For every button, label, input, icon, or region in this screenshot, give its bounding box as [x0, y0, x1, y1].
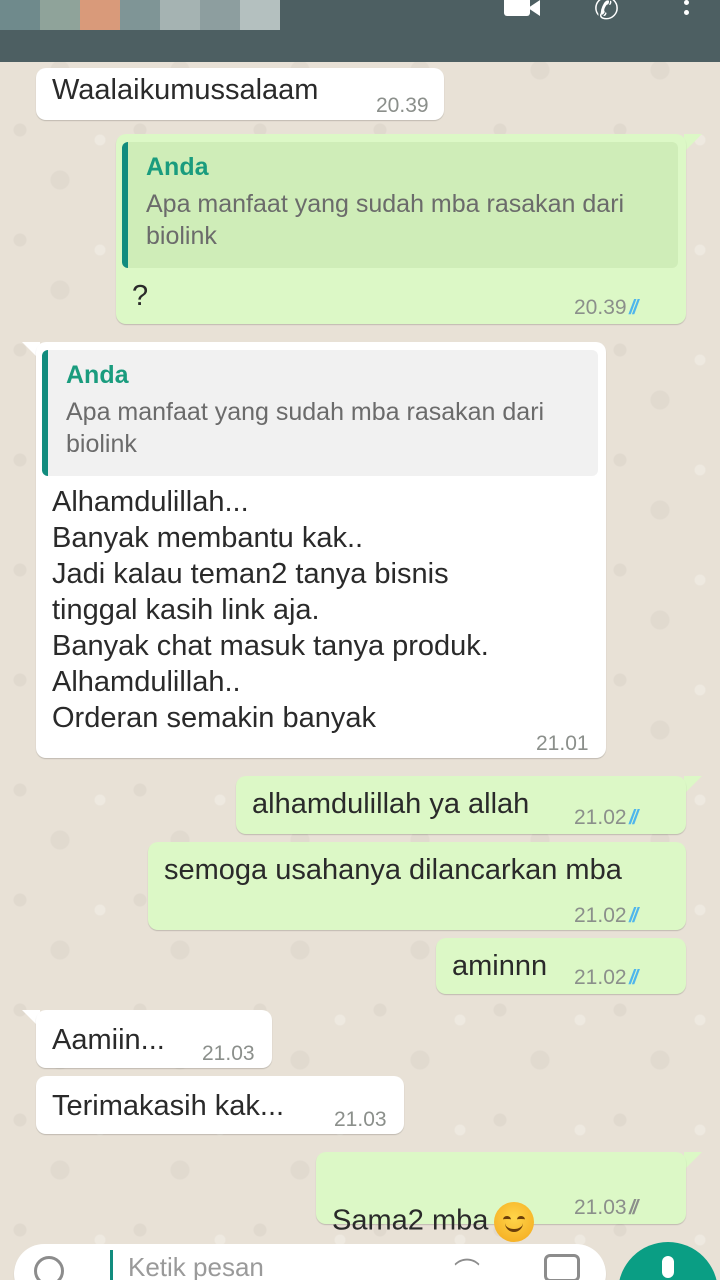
contact-avatar-blur	[40, 0, 80, 30]
quote-text: Apa manfaat yang sudah mba rasakan dari …	[66, 398, 545, 458]
message-text: alhamdulillah ya allah	[252, 788, 530, 820]
message-text: Sama2 mba	[332, 1204, 489, 1237]
message-list: Waalaikumussalaam 20.39 Anda Apa manfaat…	[0, 62, 720, 1242]
text-cursor	[110, 1250, 113, 1280]
more-options-icon[interactable]	[684, 0, 690, 30]
contact-avatar-blur	[80, 0, 120, 30]
message-outgoing[interactable]: Anda Apa manfaat yang sudah mba rasakan …	[116, 134, 686, 324]
message-time: 21.02	[574, 966, 627, 989]
message-time: 20.39	[376, 94, 429, 117]
microphone-icon	[662, 1256, 674, 1278]
message-outgoing[interactable]: aminnn 21.02//	[436, 938, 686, 994]
voice-message-button[interactable]	[618, 1242, 718, 1280]
message-text: Aamiin...	[52, 1024, 165, 1056]
message-text: Alhamdulillah... Banyak membantu kak.. J…	[52, 486, 489, 734]
message-time-row: 21.03//	[574, 1190, 642, 1226]
video-call-icon[interactable]	[504, 0, 544, 30]
message-text-row: Sama2 mba	[332, 1166, 535, 1242]
message-time-row: 20.39//	[574, 290, 642, 326]
voice-call-icon[interactable]: ✆	[594, 0, 634, 30]
smiling-face-emoji-icon	[494, 1202, 535, 1242]
quoted-message[interactable]: Anda Apa manfaat yang sudah mba rasakan …	[122, 142, 678, 268]
message-incoming[interactable]: Terimakasih kak... 21.03	[36, 1076, 404, 1134]
message-incoming[interactable]: Waalaikumussalaam 20.39	[36, 68, 444, 120]
message-time: 21.03	[202, 1042, 255, 1065]
message-time: 21.03	[574, 1196, 627, 1219]
chat-header: ✆	[0, 0, 720, 62]
message-time: 21.02	[574, 904, 627, 927]
message-text: ?	[132, 280, 149, 312]
message-incoming[interactable]: Aamiin... 21.03	[36, 1010, 272, 1068]
message-time: 21.03	[334, 1108, 387, 1131]
contact-name-blur	[240, 0, 280, 30]
message-time-row: 21.02//	[574, 800, 642, 836]
message-text: semoga usahanya dilancarkan mba	[164, 854, 622, 886]
message-outgoing[interactable]: Sama2 mba 21.03//	[316, 1152, 686, 1242]
message-time-row: 21.02//	[574, 898, 642, 934]
message-text: aminnn	[452, 950, 548, 982]
emoji-picker-icon[interactable]	[34, 1256, 64, 1280]
message-time: 21.02	[574, 806, 627, 829]
message-time-row: 21.02//	[574, 960, 642, 996]
quote-author: Anda	[146, 153, 209, 181]
quoted-message[interactable]: Anda Apa manfaat yang sudah mba rasakan …	[42, 350, 598, 476]
message-input-bar: Ketik pesan ⌒	[0, 1240, 720, 1280]
message-time: 21.01	[536, 732, 589, 755]
contact-name-blur	[160, 0, 200, 30]
message-input[interactable]: Ketik pesan ⌒	[14, 1244, 606, 1280]
message-text: Terimakasih kak...	[52, 1090, 285, 1122]
quote-author: Anda	[66, 361, 129, 389]
quote-text: Apa manfaat yang sudah mba rasakan dari …	[146, 190, 625, 250]
contact-name-blur	[120, 0, 160, 30]
message-time: 20.39	[574, 296, 627, 319]
message-input-placeholder: Ketik pesan	[128, 1252, 264, 1280]
camera-icon[interactable]	[544, 1254, 580, 1280]
attach-icon[interactable]: ⌒	[454, 1252, 494, 1280]
message-outgoing[interactable]: semoga usahanya dilancarkan mba 21.02//	[148, 842, 686, 930]
contact-avatar[interactable]	[0, 0, 40, 30]
message-text: Waalaikumussalaam	[52, 74, 319, 106]
message-outgoing[interactable]: alhamdulillah ya allah 21.02//	[236, 776, 686, 834]
contact-name-blur	[200, 0, 240, 30]
message-incoming[interactable]: Anda Apa manfaat yang sudah mba rasakan …	[36, 342, 606, 758]
